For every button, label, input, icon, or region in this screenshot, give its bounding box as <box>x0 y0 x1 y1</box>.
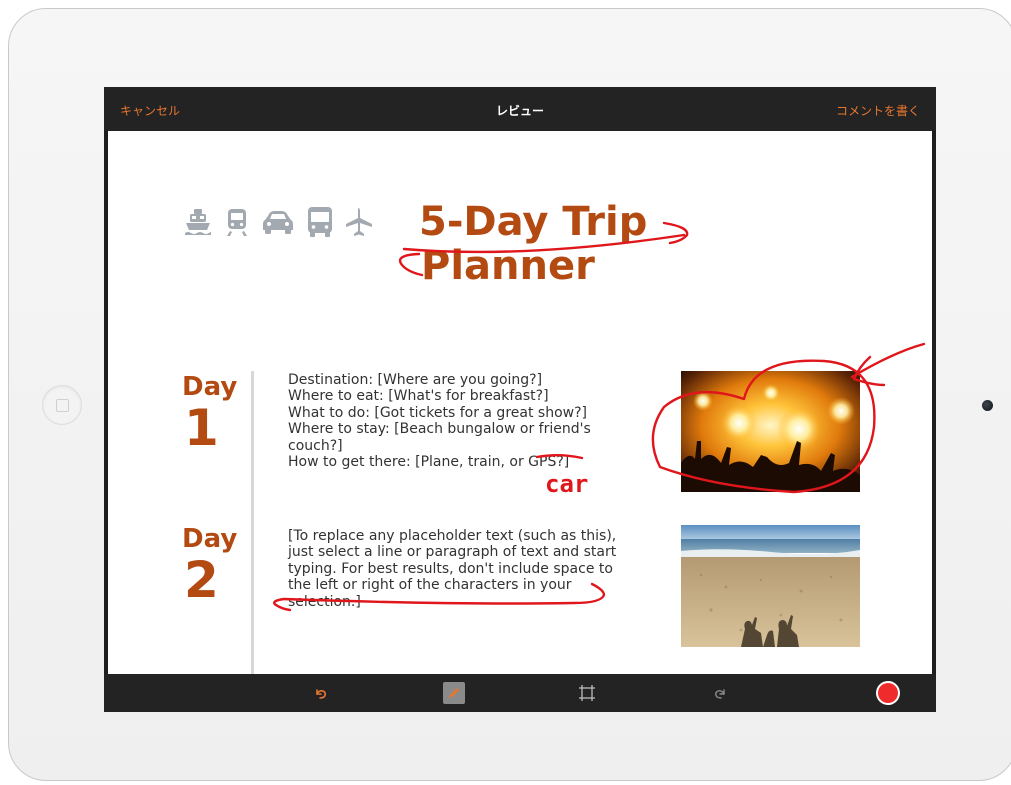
screen: キャンセル レビュー コメントを書く 5-Day Trip Planner Da… <box>104 87 936 712</box>
day-number: 2 <box>184 551 219 609</box>
text-line: Where to eat: [What's for breakfast?] <box>288 388 549 405</box>
top-bar: キャンセル レビュー コメントを書く <box>104 87 936 131</box>
bus-icon <box>308 207 332 237</box>
day-1-label: Day 1 <box>182 372 237 454</box>
text-line: just select a line or paragraph of text … <box>288 544 617 561</box>
title-line-1: 5-Day Trip <box>419 199 648 245</box>
bottom-toolbar <box>104 674 936 712</box>
text-line: [To replace any placeholder text (such a… <box>288 528 617 544</box>
crop-frame-button[interactable] <box>567 674 607 712</box>
text-line: selection.] <box>288 593 361 610</box>
day-number: 1 <box>184 399 219 457</box>
undo-icon <box>316 689 327 699</box>
crop-frame-icon <box>579 685 595 701</box>
car-icon <box>263 211 293 234</box>
redo-icon <box>715 689 725 699</box>
text-line: couch?] <box>288 437 343 454</box>
text-line: How to get there: [Plane, train, or GPS?… <box>288 454 570 471</box>
day-word: Day <box>182 524 238 554</box>
train-icon <box>227 209 247 236</box>
ship-icon <box>185 209 212 235</box>
front-camera <box>982 400 993 411</box>
document-title: 5-Day Trip Planner <box>419 200 647 288</box>
title-line-2: Planner <box>421 243 595 289</box>
record-dot-icon <box>878 683 898 703</box>
day-2-label: Day 2 <box>182 524 237 606</box>
concert-crowd-photo[interactable] <box>681 371 860 492</box>
vertical-divider <box>251 371 254 674</box>
pen-icon <box>449 688 459 698</box>
text-line: Destination: [Where are you going?] <box>288 372 543 388</box>
write-comment-button[interactable]: コメントを書く <box>836 102 920 119</box>
day-1-text[interactable]: Destination: [Where are you going?] Wher… <box>288 372 648 470</box>
redo-button[interactable] <box>700 674 740 712</box>
home-button[interactable] <box>42 385 82 425</box>
airplane-icon <box>346 208 372 236</box>
day-word: Day <box>182 372 238 402</box>
text-line: What to do: [Got tickets for a great sho… <box>288 404 587 421</box>
page-title: レビュー <box>495 104 544 118</box>
pen-tool-button[interactable] <box>434 674 474 712</box>
undo-button[interactable] <box>301 674 341 712</box>
text-line: typing. For best results, don't include … <box>288 560 613 577</box>
beach-shadows-photo[interactable] <box>681 525 860 647</box>
record-button[interactable] <box>868 674 908 712</box>
text-line: Where to stay: [Beach bungalow or friend… <box>288 421 591 438</box>
document-page[interactable]: 5-Day Trip Planner Day 1 Destination: [W… <box>108 131 932 674</box>
text-line: the left or right of the characters in y… <box>288 577 572 594</box>
transport-icons <box>183 202 373 242</box>
day-2-text[interactable]: [To replace any placeholder text (such a… <box>288 528 658 610</box>
